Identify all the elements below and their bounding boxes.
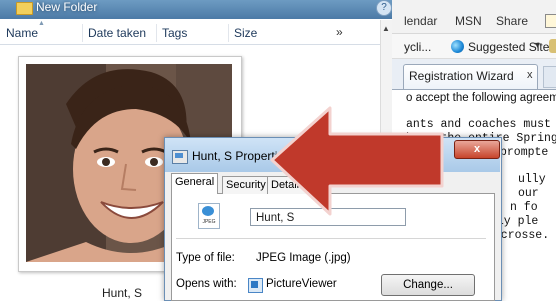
agreement-text-line: ully xyxy=(518,173,546,186)
menu-calendar[interactable]: lendar xyxy=(404,14,437,28)
thumbnail-caption: Hunt, S xyxy=(102,286,143,300)
tab-label: Registration Wizard xyxy=(409,69,514,83)
edit-icon[interactable] xyxy=(545,14,556,28)
annotation-arrow-icon xyxy=(270,106,444,216)
menu-share[interactable]: Share xyxy=(496,14,528,28)
internet-explorer-icon xyxy=(451,40,464,53)
picture-viewer-icon-inner xyxy=(251,281,258,288)
column-header: Name ▲ Date taken Tags Size » xyxy=(0,20,380,45)
sort-ascending-icon: ▲ xyxy=(38,20,45,27)
explorer-titlebar[interactable]: New Folder xyxy=(0,0,392,19)
scroll-up-icon[interactable]: ▲ xyxy=(380,24,392,33)
opens-with-value: PictureViewer xyxy=(266,278,337,290)
agreement-heading: o accept the following agreeme xyxy=(406,92,556,104)
folder-icon xyxy=(16,2,33,15)
agreement-text-line: our xyxy=(518,187,539,200)
help-icon[interactable]: ? xyxy=(376,0,392,16)
more-columns-icon[interactable]: » xyxy=(336,25,343,39)
column-divider[interactable] xyxy=(156,24,157,42)
agreement-text-line: prompte xyxy=(500,146,549,159)
column-name[interactable]: Name xyxy=(6,26,38,40)
tab-general[interactable]: General xyxy=(171,173,219,194)
type-of-file-value: JPEG Image (.jpg) xyxy=(256,252,351,264)
favorite-icon[interactable] xyxy=(549,39,556,53)
divider xyxy=(176,238,486,239)
column-tags[interactable]: Tags xyxy=(162,26,187,40)
close-tab-icon[interactable]: x xyxy=(527,69,533,81)
column-divider[interactable] xyxy=(228,24,229,42)
picture-file-icon-inner xyxy=(175,153,183,158)
change-button[interactable]: Change... xyxy=(381,274,475,296)
chevron-down-icon[interactable]: ▾ xyxy=(535,40,540,51)
type-of-file-label: Type of file: xyxy=(176,252,235,264)
suggested-sites-link[interactable]: Suggested Sites xyxy=(468,40,555,54)
new-tab-button[interactable] xyxy=(543,66,556,88)
column-divider[interactable] xyxy=(82,24,83,42)
window-title: New Folder xyxy=(36,0,98,14)
favorite-link-recycle[interactable]: ycli... xyxy=(404,40,431,54)
jpeg-icon-label: JPEG xyxy=(202,219,216,225)
tab-security[interactable]: Security xyxy=(222,176,270,194)
column-size[interactable]: Size xyxy=(234,26,257,40)
opens-with-label: Opens with: xyxy=(176,278,237,290)
jpeg-file-icon-glyph xyxy=(202,206,214,216)
close-button[interactable]: x xyxy=(454,140,500,159)
menu-msn[interactable]: MSN xyxy=(455,14,482,28)
column-date-taken[interactable]: Date taken xyxy=(88,26,146,40)
agreement-text-line: n fo xyxy=(510,201,538,214)
